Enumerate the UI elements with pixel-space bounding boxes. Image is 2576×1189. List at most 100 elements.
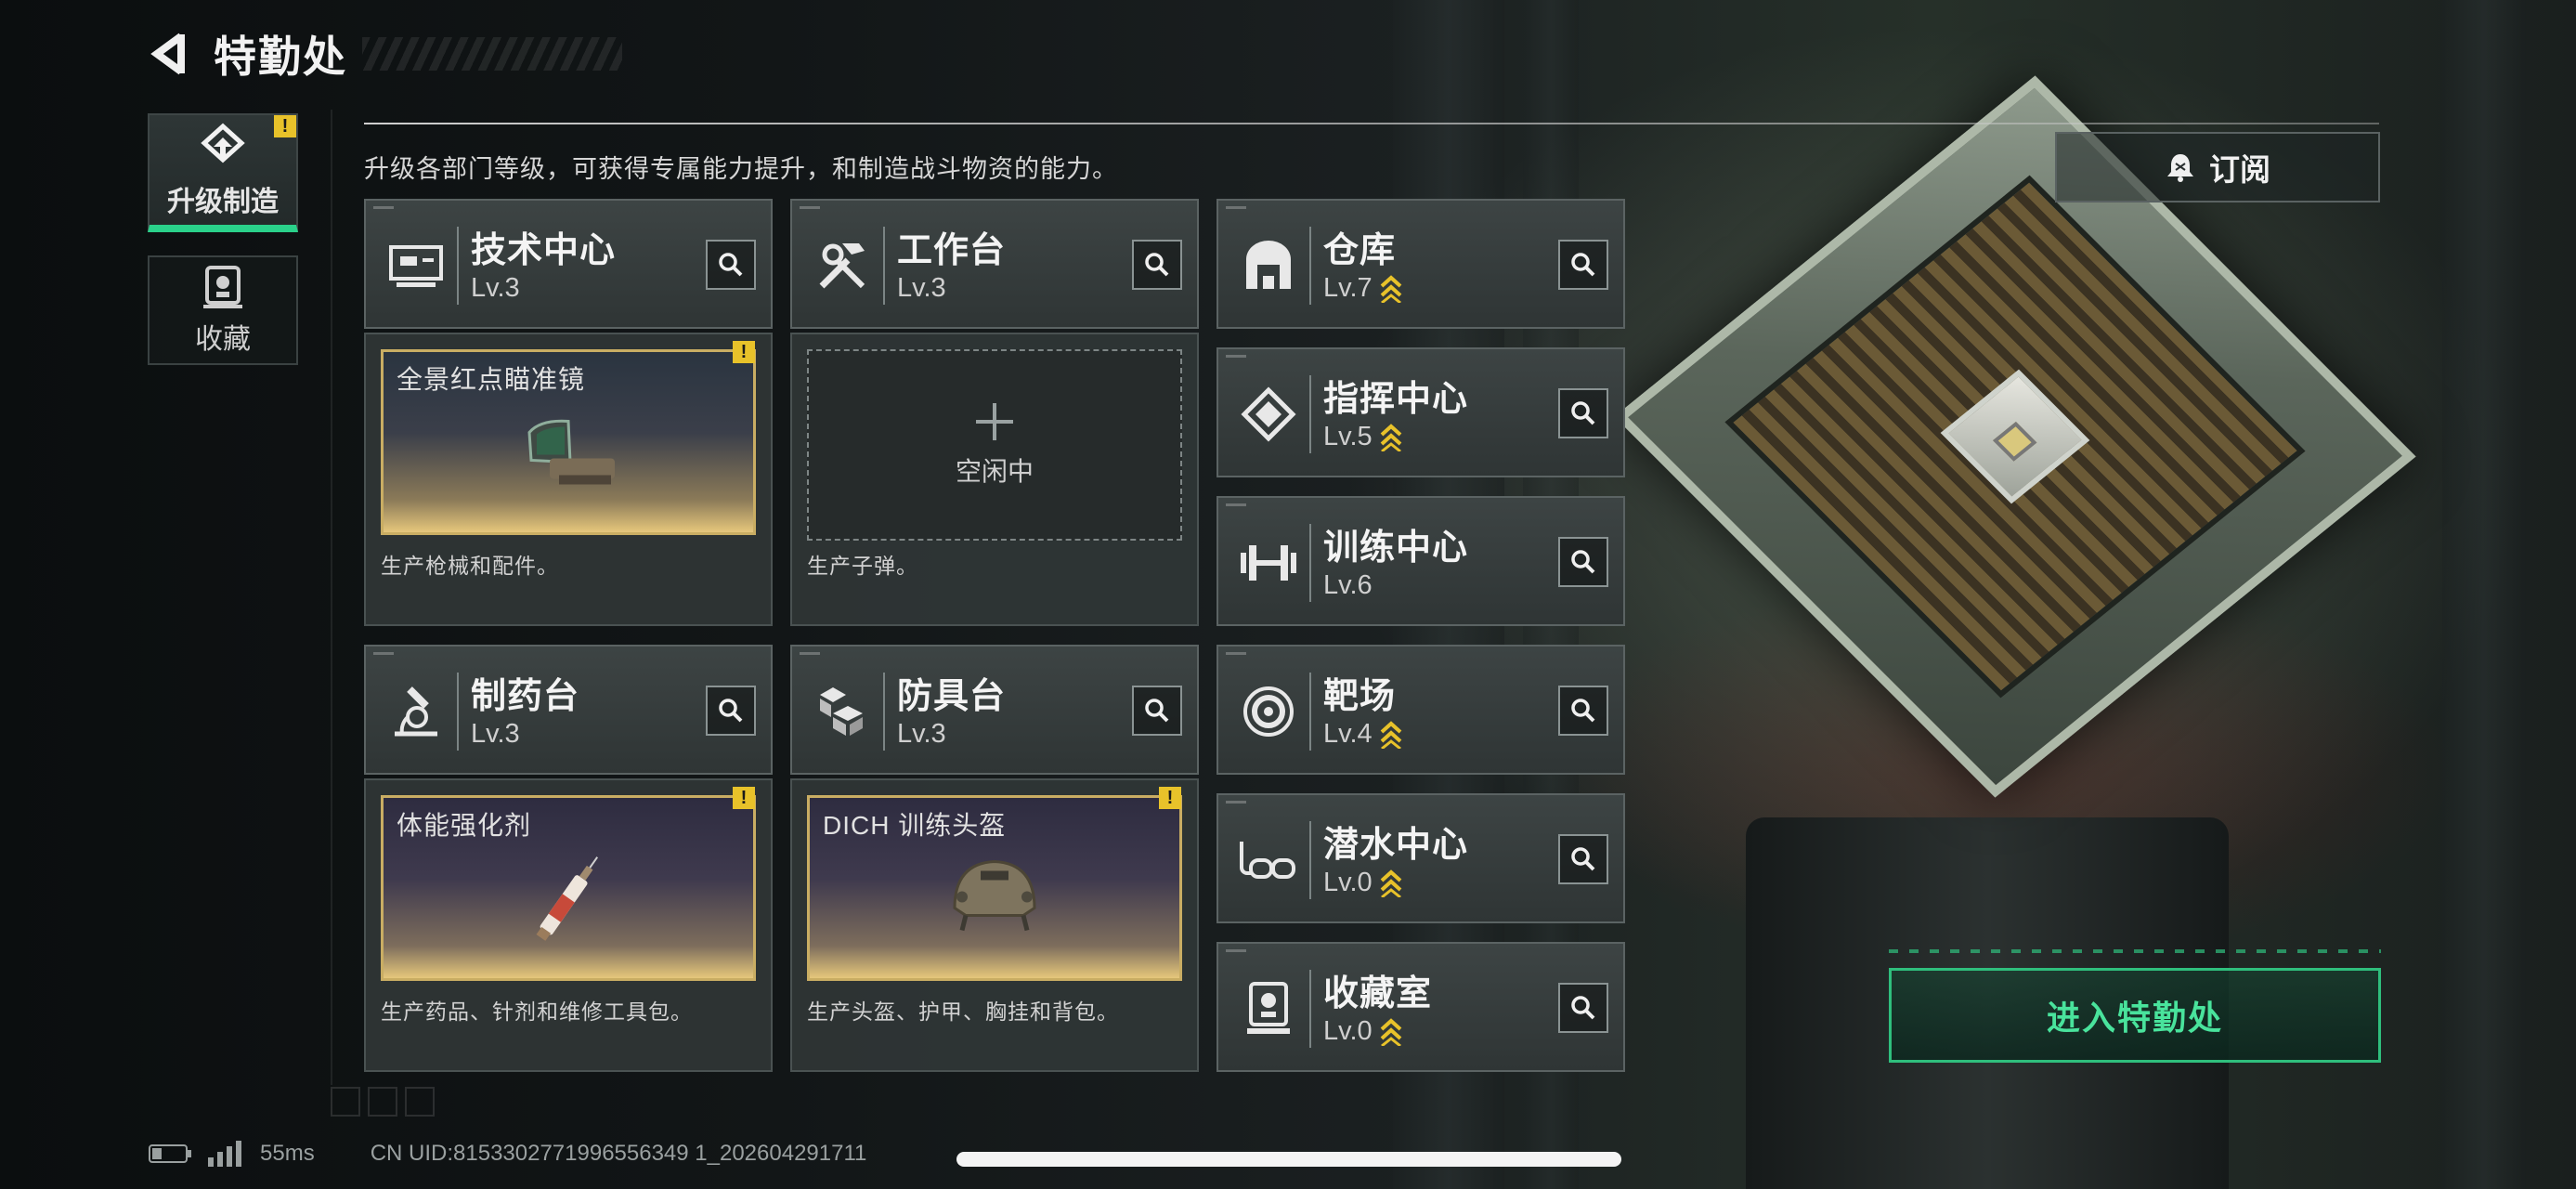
enter-button-decoration <box>1889 949 2381 953</box>
search-icon[interactable] <box>1558 240 1608 290</box>
dept-level: Lv.4 <box>1323 719 1402 750</box>
red-dot-sight-image <box>513 413 624 492</box>
plus-icon <box>976 403 1013 440</box>
production-panel-armor-bench: ! DICH 训练头盔 生产头盔、护甲、胸挂和背包。 <box>790 778 1199 1072</box>
shooting-range-icon <box>1235 671 1302 752</box>
upgrade-available-icon <box>1380 1017 1402 1046</box>
dept-name: 潜水中心 <box>1323 826 1469 865</box>
search-icon[interactable] <box>1558 983 1608 1033</box>
dept-card-tech-center[interactable]: 技术中心 Lv.3 <box>364 199 773 329</box>
section-description: 升级各部门等级，可获得专属能力提升，和制造战斗物资的能力。 <box>364 155 1118 183</box>
dept-level: Lv.7 <box>1323 273 1402 304</box>
workbench-icon <box>809 225 876 307</box>
dept-level: Lv.0 <box>1323 868 1402 898</box>
search-icon[interactable] <box>1132 686 1182 736</box>
dept-level: Lv.0 <box>1323 1016 1402 1047</box>
search-icon[interactable] <box>1558 834 1608 884</box>
production-item-name: 全景红点瞄准镜 <box>397 365 586 394</box>
subscribe-button[interactable]: 订阅 <box>2055 132 2380 203</box>
tab-upgrade-manufacture[interactable]: ! 升级制造 <box>148 113 298 232</box>
dept-level: Lv.5 <box>1323 422 1402 452</box>
collection-room-icon <box>1235 968 1302 1050</box>
dept-name: 技术中心 <box>471 231 617 270</box>
dept-card-command-center[interactable]: 指挥中心 Lv.5 <box>1216 347 1625 477</box>
warning-badge: ! <box>274 115 296 137</box>
dept-name: 训练中心 <box>1323 529 1469 568</box>
production-item-stamina-booster[interactable]: ! 体能强化剂 <box>381 787 756 981</box>
upgrade-available-icon <box>1380 720 1402 749</box>
production-item-training-helmet[interactable]: ! DICH 训练头盔 <box>807 787 1182 981</box>
upgrade-available-icon <box>1380 423 1402 451</box>
search-icon[interactable] <box>1558 537 1608 587</box>
dept-level: Lv.3 <box>471 719 520 749</box>
warning-badge: ! <box>1159 787 1181 809</box>
production-description: 生产枪械和配件。 <box>381 554 559 578</box>
back-arrow-icon[interactable] <box>149 32 193 76</box>
battery-icon <box>149 1144 191 1163</box>
title-decoration <box>362 37 622 71</box>
dept-name: 靶场 <box>1323 677 1397 716</box>
dept-card-armor-bench[interactable]: 防具台 Lv.3 <box>790 645 1199 775</box>
dept-name: 收藏室 <box>1323 974 1433 1013</box>
dept-card-workbench[interactable]: 工作台 Lv.3 <box>790 199 1199 329</box>
dept-name: 防具台 <box>897 677 1007 716</box>
dept-card-diving-center[interactable]: 潜水中心 Lv.0 <box>1216 793 1625 923</box>
dept-name: 工作台 <box>897 231 1007 270</box>
upgrade-available-icon <box>1380 869 1402 897</box>
production-description: 生产子弹。 <box>807 554 918 578</box>
training-center-icon <box>1235 522 1302 604</box>
empty-production-slot[interactable]: 空闲中 <box>807 349 1182 541</box>
dept-level: Lv.6 <box>1323 570 1373 600</box>
search-icon[interactable] <box>706 240 756 290</box>
production-panel-pharmacy: ! 体能强化剂 生产药品、针剂和维修工具包。 <box>364 778 773 1072</box>
subscribe-label: 订阅 <box>2209 152 2270 187</box>
search-icon[interactable] <box>1132 240 1182 290</box>
dept-card-pharmacy[interactable]: 制药台 Lv.3 <box>364 645 773 775</box>
page-header: 特勤处 <box>149 26 622 82</box>
command-center-icon <box>1235 373 1302 455</box>
dept-level: Lv.3 <box>471 273 520 303</box>
syringe-image <box>517 845 619 952</box>
tab-label: 收藏 <box>195 324 251 355</box>
production-panel-workbench: 空闲中 生产子弹。 <box>790 333 1199 626</box>
production-item-red-dot-sight[interactable]: ! 全景红点瞄准镜 <box>381 341 756 535</box>
search-icon[interactable] <box>1558 686 1608 736</box>
warehouse-icon <box>1235 225 1302 307</box>
dept-level: Lv.3 <box>897 719 946 749</box>
production-item-name: DICH 训练头盔 <box>823 811 1007 840</box>
dept-level: Lv.3 <box>897 273 946 303</box>
dept-card-shooting-range[interactable]: 靶场 Lv.4 <box>1216 645 1625 775</box>
home-indicator[interactable] <box>956 1152 1621 1167</box>
dept-name: 仓库 <box>1323 231 1397 270</box>
warning-badge: ! <box>733 787 755 809</box>
diving-center-icon <box>1235 819 1302 901</box>
tab-collection[interactable]: 收藏 <box>148 255 298 365</box>
dept-name: 制药台 <box>471 677 580 716</box>
armor-bench-icon <box>809 671 876 752</box>
search-icon[interactable] <box>1558 388 1608 438</box>
production-panel-tech-center: ! 全景红点瞄准镜 生产枪械和配件。 <box>364 333 773 626</box>
corner-decoration <box>405 1087 435 1117</box>
ping-value: 55ms <box>260 1141 315 1166</box>
production-description: 生产药品、针剂和维修工具包。 <box>381 1000 693 1024</box>
bell-icon <box>2167 154 2193 182</box>
page-title: 特勤处 <box>214 33 347 81</box>
tech-center-icon <box>383 225 449 307</box>
dept-card-collection-room[interactable]: 收藏室 Lv.0 <box>1216 942 1625 1072</box>
upgrade-available-icon <box>1380 274 1402 303</box>
signal-icon <box>208 1141 241 1167</box>
production-item-name: 体能强化剂 <box>397 811 532 840</box>
upgrade-icon <box>201 123 245 163</box>
tab-label: 升级制造 <box>167 187 279 217</box>
status-footer: 55ms CN UID:8153302771996556349 1_202604… <box>149 1141 866 1167</box>
enter-special-ops-button[interactable]: 进入特勤处 <box>1889 968 2381 1063</box>
enter-button-label: 进入特勤处 <box>2046 999 2223 1037</box>
collection-icon <box>203 266 242 308</box>
dept-card-training-center[interactable]: 训练中心 Lv.6 <box>1216 496 1625 626</box>
warning-badge: ! <box>733 341 755 363</box>
search-icon[interactable] <box>706 686 756 736</box>
corner-decoration <box>331 1087 360 1117</box>
dept-card-warehouse[interactable]: 仓库 Lv.7 <box>1216 199 1625 329</box>
idle-label: 空闲中 <box>955 457 1034 486</box>
production-description: 生产头盔、护甲、胸挂和背包。 <box>807 1000 1119 1024</box>
